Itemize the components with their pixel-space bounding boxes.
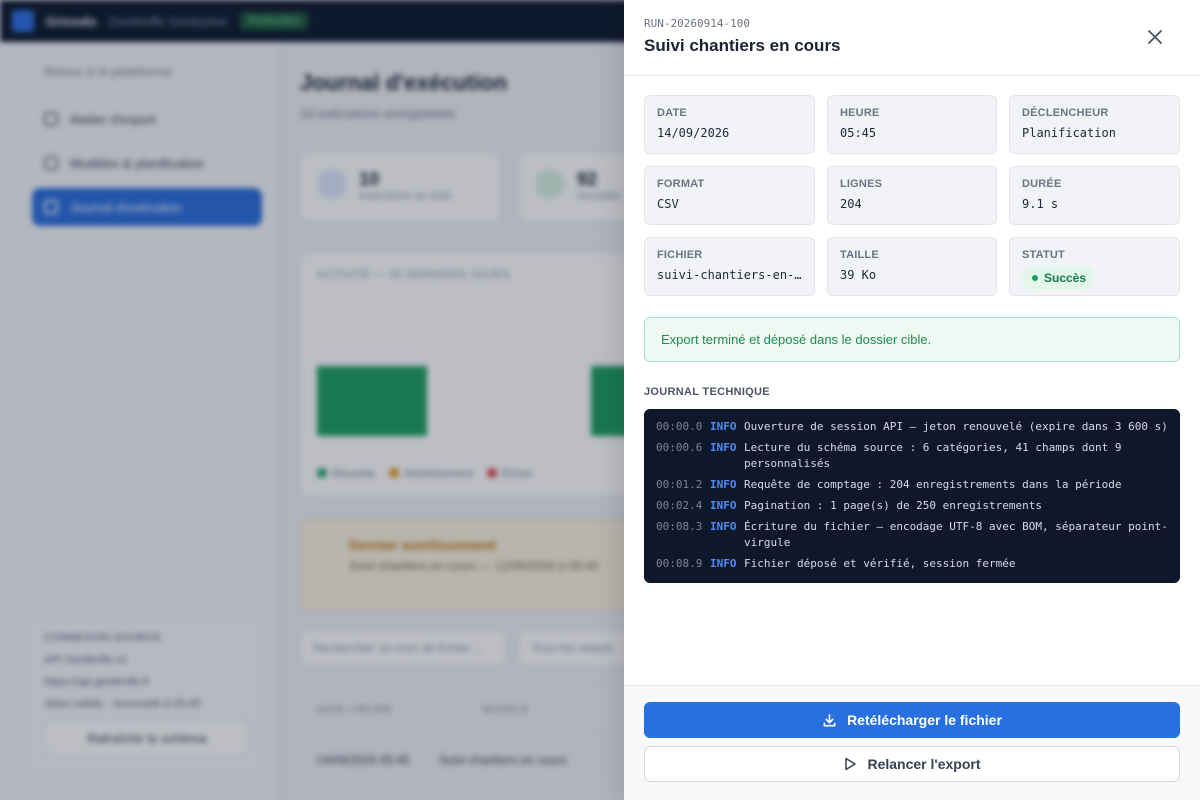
technical-log: 00:00.0 INFO Ouverture de session API — …: [644, 409, 1180, 583]
drawer-body: Date 14/09/2026 Heure 05:45 Déclencheur …: [624, 76, 1200, 583]
log-line: 00:08.3 INFO Écriture du fichier — encod…: [656, 519, 1168, 551]
download-icon: [823, 713, 836, 726]
detail-format: Format CSV: [644, 166, 815, 225]
redownload-label: Retélécharger le fichier: [847, 712, 1002, 728]
execution-detail-drawer: RUN-20260914-100 Suivi chantiers en cour…: [624, 0, 1200, 800]
detail-value: 14/09/2026: [657, 126, 730, 140]
detail-status: Statut Succès: [1009, 237, 1180, 296]
log-level: INFO: [710, 557, 737, 570]
close-button[interactable]: [1144, 26, 1166, 48]
detail-rows: Lignes 204: [827, 166, 997, 225]
detail-value: 05:45: [840, 126, 877, 140]
detail-label: Lignes: [840, 178, 883, 190]
log-line: 00:01.2 INFO Requête de comptage : 204 e…: [656, 477, 1168, 493]
log-timestamp: 00:08.3: [656, 520, 703, 533]
log-timestamp: 00:00.6: [656, 441, 703, 454]
log-line: 00:00.0 INFO Ouverture de session API — …: [656, 419, 1168, 435]
detail-label: Taille: [840, 249, 879, 261]
log-message: Requête de comptage : 204 enregistrement…: [744, 478, 1122, 491]
log-level: INFO: [710, 478, 737, 491]
detail-value: Planification: [1022, 126, 1116, 140]
detail-value: 9.1 s: [1022, 197, 1059, 211]
play-icon: [845, 757, 857, 771]
log-level: INFO: [710, 441, 737, 454]
detail-label: Fichier: [657, 249, 703, 261]
close-icon: [1148, 30, 1162, 44]
detail-value: suivi-chantiers-en-cours-20260914.csv: [657, 268, 802, 282]
success-message: Export terminé et déposé dans le dossier…: [644, 317, 1180, 362]
log-message: Fichier déposé et vérifié, session fermé…: [744, 557, 1016, 570]
detail-trigger: Déclencheur Planification: [1009, 95, 1180, 154]
detail-time: Heure 05:45: [827, 95, 997, 154]
detail-file: Fichier suivi-chantiers-en-cours-2026091…: [644, 237, 815, 296]
log-message: Ouverture de session API — jeton renouve…: [744, 420, 1168, 433]
log-line: 00:02.4 INFO Pagination : 1 page(s) de 2…: [656, 498, 1168, 514]
log-message: Écriture du fichier — encodage UTF-8 ave…: [744, 520, 1168, 549]
redownload-button[interactable]: Retélécharger le fichier: [644, 702, 1180, 738]
log-level: INFO: [710, 420, 737, 433]
detail-value: 39 Ko: [840, 268, 877, 282]
log-line: 00:00.6 INFO Lecture du schéma source : …: [656, 440, 1168, 472]
modal-backdrop[interactable]: [0, 0, 624, 800]
detail-date: Date 14/09/2026: [644, 95, 815, 154]
detail-label: Statut: [1022, 249, 1065, 261]
log-timestamp: 00:00.0: [656, 420, 703, 433]
log-level: INFO: [710, 520, 737, 533]
detail-value: CSV: [657, 197, 679, 211]
status-dot-icon: [1032, 275, 1038, 281]
detail-duration: Durée 9.1 s: [1009, 166, 1180, 225]
detail-label: Heure: [840, 107, 880, 119]
status-badge: Succès: [1022, 266, 1096, 290]
drawer-title: Suivi chantiers en cours: [644, 36, 841, 55]
log-timestamp: 00:02.4: [656, 499, 703, 512]
rerun-export-button[interactable]: Relancer l'export: [644, 746, 1180, 782]
log-message: Lecture du schéma source : 6 catégories,…: [744, 441, 1122, 470]
detail-label: Déclencheur: [1022, 107, 1109, 119]
detail-label: Date: [657, 107, 687, 119]
log-message: Pagination : 1 page(s) de 250 enregistre…: [744, 499, 1043, 512]
drawer-header: RUN-20260914-100 Suivi chantiers en cour…: [624, 0, 1200, 76]
log-timestamp: 00:08.9: [656, 557, 703, 570]
detail-value: 204: [840, 197, 862, 211]
execution-details-grid: Date 14/09/2026 Heure 05:45 Déclencheur …: [644, 95, 1180, 296]
detail-label: Format: [657, 178, 705, 190]
rerun-label: Relancer l'export: [867, 756, 981, 772]
drawer-footer: Retélécharger le fichier Relancer l'expo…: [624, 685, 1200, 800]
log-line: 00:08.9 INFO Fichier déposé et vérifié, …: [656, 556, 1168, 572]
log-level: INFO: [710, 499, 737, 512]
detail-size: Taille 39 Ko: [827, 237, 997, 296]
log-timestamp: 00:01.2: [656, 478, 703, 491]
run-id: RUN-20260914-100: [644, 17, 750, 30]
log-section-title: JOURNAL TECHNIQUE: [644, 386, 770, 398]
detail-label: Durée: [1022, 178, 1062, 190]
status-text: Succès: [1044, 271, 1087, 285]
